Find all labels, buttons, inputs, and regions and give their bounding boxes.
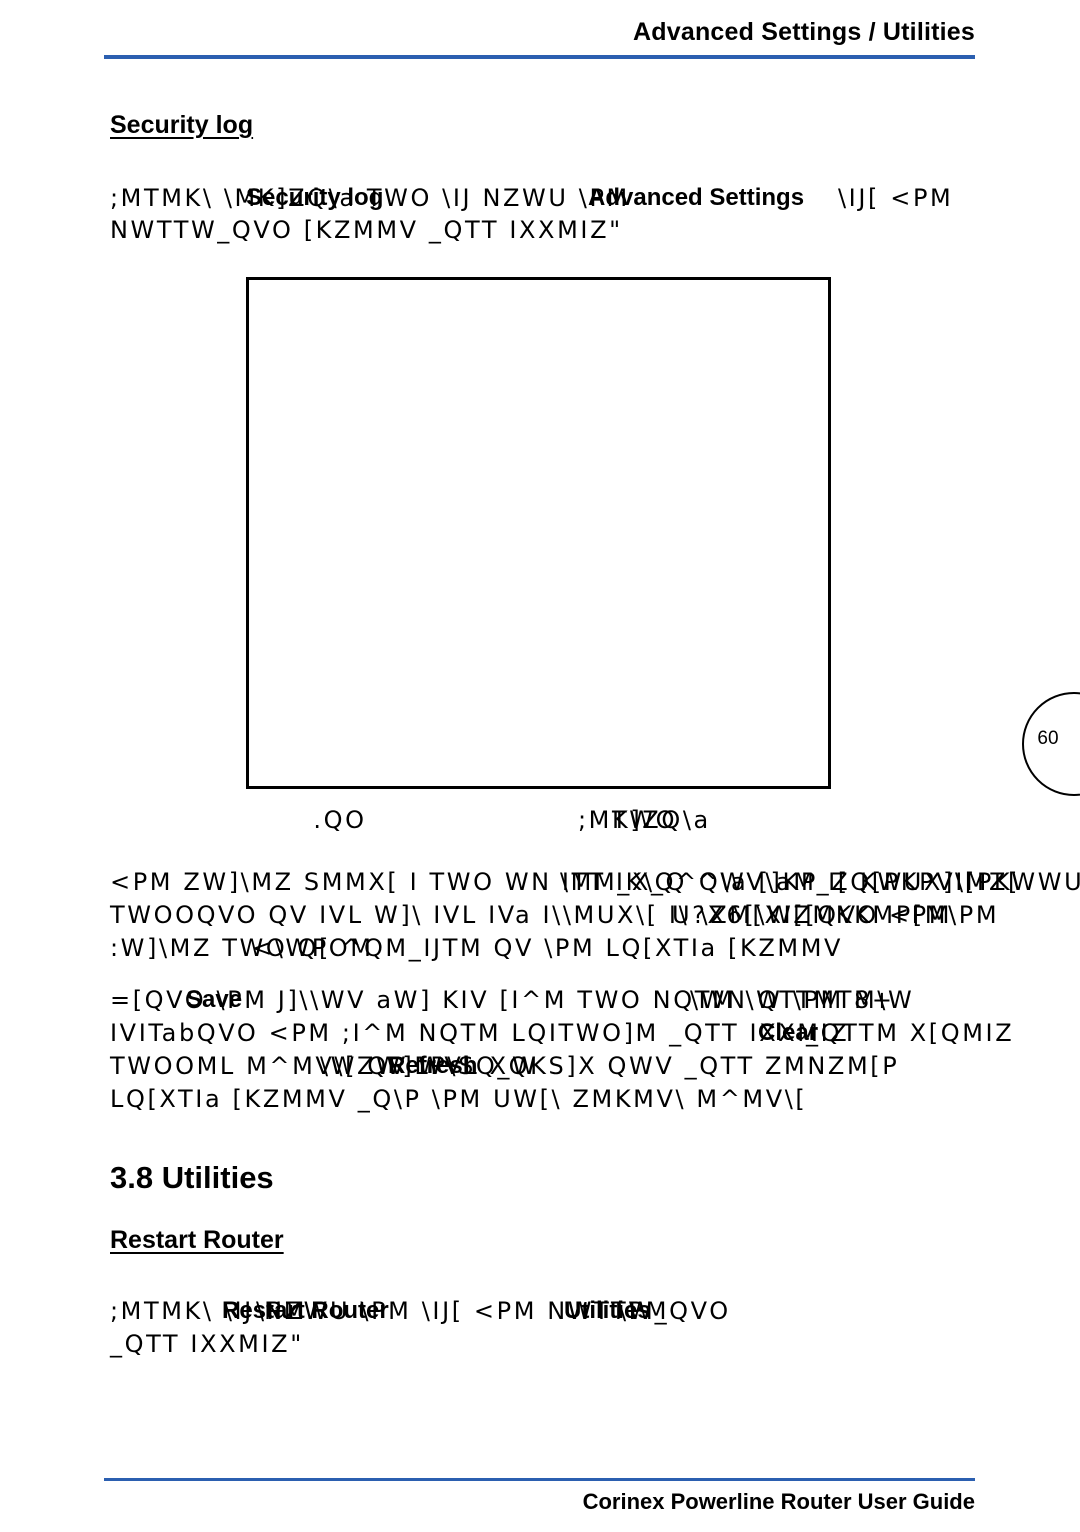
paragraph1-line-3: :W]\MZ TWO Q[ ^QM_IJTM QV \PM LQ[XTIa [K…: [110, 934, 844, 962]
page-number: 60: [1037, 728, 1059, 749]
utilities-line-2: _QTT IXXMIZ": [110, 1330, 304, 1358]
security-log-intro-line-2: NWTTW_QVO [KZMMV _QTT IXXMIZ": [110, 216, 623, 244]
paragraph1-line-1-overprint: \MM_X_Q ^WV\aM_ZQ[PKPVI[PKWWU_]\: [560, 868, 1080, 896]
paragraph1-line-3-overprint: <\WPOM: [252, 934, 374, 962]
figure-caption-overlap: TWO: [612, 806, 678, 834]
page-header-title: Advanced Settings / Utilities: [633, 18, 975, 46]
paragraph2-line-2: IVITabQVO <PM ;I^M NQTM LQITWO]M _QTT IX…: [110, 1019, 850, 1047]
figure-placeholder-box: [246, 277, 831, 789]
paragraph2-line-2-overprint: _QTTM X[QMIZ: [806, 1019, 1015, 1047]
security-log-term-bold: Security log: [246, 184, 384, 211]
page-footer-title: Corinex Powerline Router User Guide: [582, 1489, 975, 1514]
document-page: Advanced Settings / Utilities Security l…: [0, 0, 1080, 1532]
utilities-line-1-overprint-b: \PM: [618, 1297, 670, 1325]
header-divider: [104, 55, 975, 59]
security-log-intro-line-1-tail: \IJ[ <PM: [838, 184, 954, 212]
paragraph2-line-4: LQ[XTIa [KZMMV _Q\P \PM UW[\ ZMKMV\ M^MV…: [110, 1085, 808, 1113]
restart-router-heading: Restart Router: [110, 1226, 284, 1254]
paragraph2-line-3-overprint: \WZW]LP\SQ_W: [320, 1052, 539, 1080]
save-button-term-bold: Save: [186, 986, 243, 1013]
paragraph1-line-2-overprint: U?X6[\WZMKKMP[M\PM: [672, 901, 1000, 929]
figure-caption-prefix: .QO: [313, 806, 367, 834]
advanced-settings-term-bold: Advanced Settings: [588, 184, 805, 211]
utilities-line-1-overprint-a: \PM: [256, 1297, 308, 1325]
security-log-heading: Security log: [110, 111, 254, 139]
paragraph2-line-1-overprint: \WN QTTMTM\W: [690, 986, 915, 1014]
utilities-section-heading: 3.8 Utilities: [110, 1160, 274, 1195]
footer-divider: [104, 1478, 975, 1481]
